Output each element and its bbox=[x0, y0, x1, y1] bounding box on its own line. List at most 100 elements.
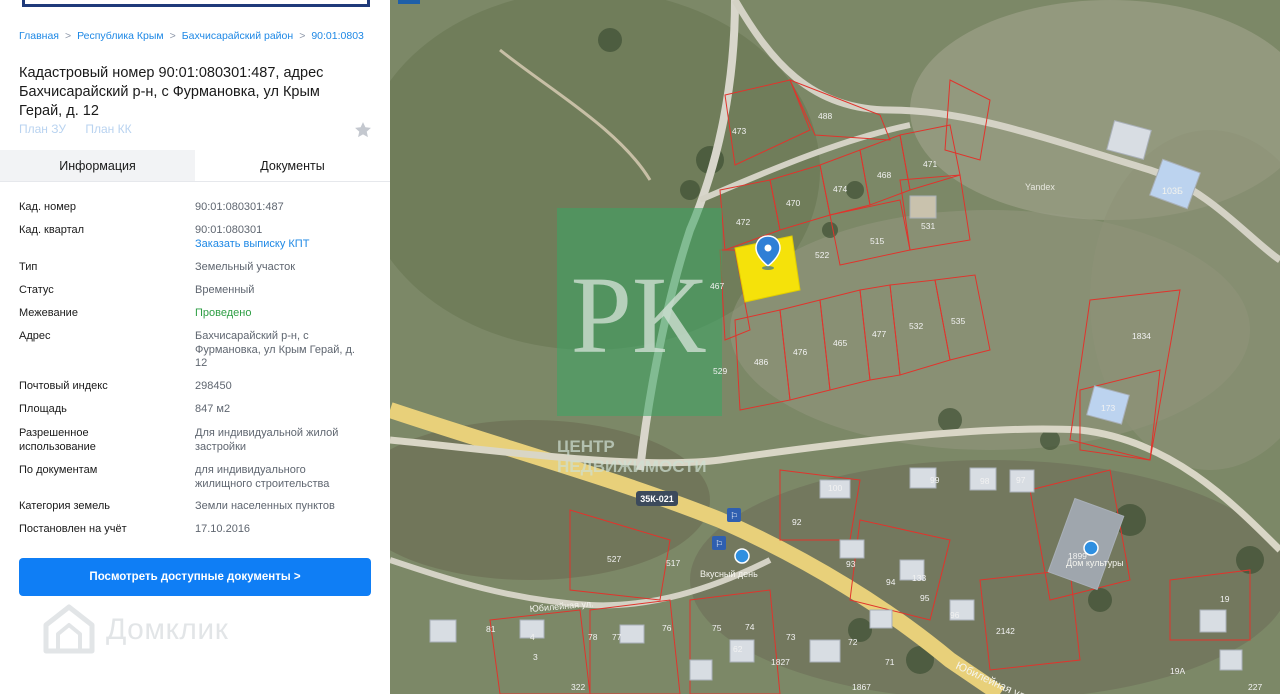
parcel-number: 99 bbox=[930, 475, 940, 485]
header-strip bbox=[22, 0, 370, 7]
detail-value: 298450 bbox=[195, 380, 232, 392]
parcel-number: 473 bbox=[732, 126, 746, 136]
breadcrumb-quarter[interactable]: 90:01:0803 bbox=[311, 30, 364, 42]
detail-label: Кад. квартал bbox=[19, 224, 85, 236]
poi-cafe-icon[interactable] bbox=[734, 548, 750, 564]
detail-label: Разрешенное использование bbox=[19, 427, 96, 453]
view-documents-button[interactable]: Посмотреть доступные документы > bbox=[19, 558, 371, 596]
parcel-number: 73 bbox=[786, 632, 796, 642]
page-title: Кадастровый номер 90:01:080301:487, адре… bbox=[19, 65, 324, 119]
status-badge: Проведено bbox=[195, 307, 252, 319]
parcel-number: 488 bbox=[818, 111, 832, 121]
parcel-number: 468 bbox=[877, 170, 891, 180]
breadcrumb-region[interactable]: Республика Крым bbox=[77, 30, 164, 42]
parcel-number: 93 bbox=[846, 559, 856, 569]
breadcrumb-separator: > bbox=[299, 30, 306, 42]
parcel-number: 472 bbox=[736, 217, 750, 227]
detail-value: Земли населенных пунктов bbox=[195, 500, 335, 512]
parcel-number: 527 bbox=[607, 554, 621, 564]
breadcrumb-separator: > bbox=[169, 30, 176, 42]
parcel-number: 92 bbox=[792, 517, 802, 527]
parcel-number: 19А bbox=[1170, 666, 1185, 676]
parcel-number: 3 bbox=[533, 652, 538, 662]
detail-value: 90:01:080301:487 bbox=[195, 201, 284, 213]
parcel-number: 95 bbox=[920, 593, 930, 603]
breadcrumb: Главная > Республика Крым > Бахчисарайский р… bbox=[19, 30, 379, 44]
parcel-number: 465 bbox=[833, 338, 847, 348]
parcel-number: 81 bbox=[486, 624, 496, 634]
bus-stop-icon[interactable]: ⚐ bbox=[727, 508, 741, 522]
parcel-number: 133 bbox=[912, 573, 926, 583]
parcel-number: 72 bbox=[848, 637, 858, 647]
agency-text-line2: НЕДВИЖИМОСТИ bbox=[557, 457, 707, 476]
breadcrumb-home[interactable]: Главная bbox=[19, 30, 59, 42]
agency-text-line1: ЦЕНТР bbox=[557, 437, 615, 456]
parcel-number: 62 bbox=[733, 644, 743, 654]
parcel-number: 477 bbox=[872, 329, 886, 339]
parcel-number: 1827 bbox=[771, 657, 790, 667]
bus-stop-icon[interactable]: ⚐ bbox=[712, 536, 726, 550]
parcel-number: 100 bbox=[828, 483, 842, 493]
building-number: 103Б bbox=[1162, 186, 1183, 196]
parcel-number: 515 bbox=[870, 236, 884, 246]
parcel-number: 94 bbox=[886, 577, 896, 587]
detail-value: 17.10.2016 bbox=[195, 523, 251, 535]
breadcrumb-separator: > bbox=[64, 30, 72, 42]
info-panel: Главная > Республика Крым > Бахчисарайский р… bbox=[0, 0, 390, 694]
parcel-number: 531 bbox=[921, 221, 935, 231]
parcel-number: 532 bbox=[909, 321, 923, 331]
parcel-number: 474 bbox=[833, 184, 847, 194]
tab-info[interactable]: Информация bbox=[0, 150, 195, 181]
parcel-number: 322 bbox=[571, 682, 585, 692]
domclick-watermark: Домклик bbox=[40, 598, 228, 662]
parcel-number: 1899 bbox=[1068, 551, 1087, 561]
detail-label: Межевание bbox=[19, 307, 78, 319]
detail-value: 847 м2 bbox=[195, 403, 231, 415]
parcel-number: 78 bbox=[588, 632, 598, 642]
map-control-button[interactable] bbox=[398, 0, 420, 4]
poi-label: Вкусный день bbox=[700, 569, 758, 579]
detail-label: Постановлен на учёт bbox=[19, 523, 127, 535]
parcel-number: 97 bbox=[1016, 475, 1026, 485]
watermark-text: Домклик bbox=[106, 613, 229, 646]
detail-label: По документам bbox=[19, 464, 98, 476]
parcel-number: 4 bbox=[530, 632, 535, 642]
road-shield: 35К-021 bbox=[636, 491, 678, 506]
plan-kk-link[interactable]: План КК bbox=[85, 122, 131, 136]
detail-label: Категория земель bbox=[19, 500, 110, 512]
detail-value: Временный bbox=[195, 284, 255, 296]
map-view[interactable]: РК ЦЕНТР НЕДВИЖИМОСТИ 35К-021 ⚐ ⚐ Вкусны… bbox=[390, 0, 1280, 694]
plan-links: План ЗУ План КК bbox=[19, 122, 148, 136]
favorite-star-icon[interactable] bbox=[353, 120, 373, 140]
detail-label: Почтовый индекс bbox=[19, 380, 108, 392]
detail-label: Кад. номер bbox=[19, 201, 77, 213]
parcel-number: 19 bbox=[1220, 594, 1230, 604]
agency-logo-letters: РК bbox=[571, 254, 706, 376]
cadastral-quarter: 90:01:080301 bbox=[195, 224, 263, 236]
tabs: Информация Документы bbox=[0, 150, 390, 182]
parcel-number: 77 bbox=[612, 632, 622, 642]
parcel-number: 535 bbox=[951, 316, 965, 326]
parcel-number: 76 bbox=[662, 623, 672, 633]
parcel-number: 529 bbox=[713, 366, 727, 376]
detail-label: Площадь bbox=[19, 403, 67, 415]
parcel-number: 467 bbox=[710, 281, 724, 291]
parcel-number: 98 bbox=[980, 476, 990, 486]
parcel-number: 522 bbox=[815, 250, 829, 260]
yandex-label: Yandex bbox=[1025, 182, 1055, 192]
parcel-number: 71 bbox=[885, 657, 895, 667]
parcel-number: 470 bbox=[786, 198, 800, 208]
parcel-number: 471 bbox=[923, 159, 937, 169]
breadcrumb-district[interactable]: Бахчисарайский район bbox=[182, 30, 293, 42]
order-kpt-link[interactable]: Заказать выписку КПТ bbox=[195, 238, 365, 252]
parcel-number: 486 bbox=[754, 357, 768, 367]
parcel-number: 1867 bbox=[852, 682, 871, 692]
detail-value: для индивидуального жилищного строительс… bbox=[195, 464, 330, 490]
detail-label: Адрес bbox=[19, 330, 51, 342]
parcel-number: 227 bbox=[1248, 682, 1262, 692]
parcel-number: 517 bbox=[666, 558, 680, 568]
detail-label: Тип bbox=[19, 261, 38, 273]
satellite-map[interactable]: РК ЦЕНТР НЕДВИЖИМОСТИ 35К-021 ⚐ ⚐ Вкусны… bbox=[390, 0, 1280, 694]
plan-zu-link[interactable]: План ЗУ bbox=[19, 122, 66, 136]
tab-documents[interactable]: Документы bbox=[195, 150, 390, 181]
